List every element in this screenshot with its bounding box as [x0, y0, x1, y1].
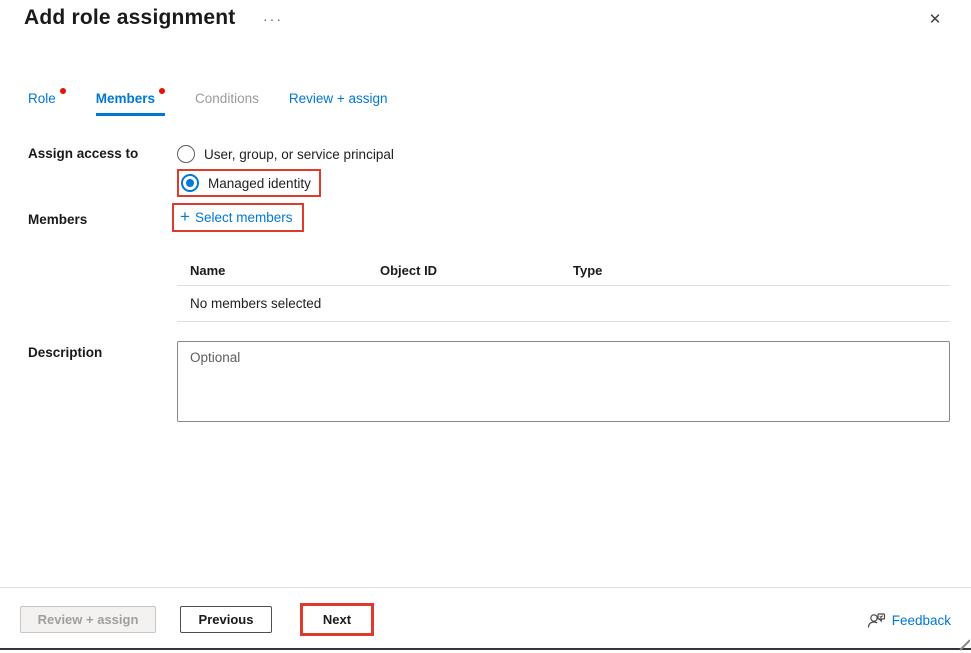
resize-handle[interactable] — [958, 639, 970, 651]
radio-unselected-icon — [177, 145, 195, 163]
radio-selected-icon — [181, 174, 199, 192]
select-members-highlight-box: + Select members — [172, 203, 305, 232]
select-members-link[interactable]: + Select members — [180, 207, 293, 226]
add-role-assignment-panel: Add role assignment ··· ✕ Role Members C… — [0, 0, 971, 653]
description-input[interactable] — [177, 341, 950, 422]
feedback-icon — [867, 613, 885, 628]
no-members-text: No members selected — [190, 296, 322, 311]
review-assign-button[interactable]: Review + assign — [20, 606, 156, 633]
previous-button[interactable]: Previous — [180, 606, 272, 633]
assign-access-to-label: Assign access to — [28, 146, 139, 161]
footer-divider — [0, 587, 971, 588]
alert-dot — [159, 88, 166, 94]
radio-managed-identity-label: Managed identity — [208, 175, 311, 191]
feedback-label: Feedback — [891, 612, 951, 628]
tab-conditions[interactable]: Conditions — [195, 91, 259, 113]
tab-role[interactable]: Role — [28, 88, 66, 113]
tab-bar: Role Members Conditions Review + assign — [28, 88, 388, 116]
tab-members[interactable]: Members — [95, 88, 166, 116]
members-table-header: Name Object ID Type — [177, 255, 950, 286]
assign-access-radio-group: User, group, or service principal Manage… — [177, 141, 394, 197]
panel-bottom-edge — [0, 648, 971, 650]
tab-members-label: Members — [95, 91, 156, 106]
next-button-highlight-box: Next — [300, 603, 374, 636]
column-header-type: Type — [573, 262, 603, 278]
column-header-object-id: Object ID — [380, 262, 438, 278]
managed-identity-highlight-box: Managed identity — [177, 169, 321, 197]
feedback-link[interactable]: Feedback — [867, 611, 951, 629]
radio-user-group-service-principal[interactable]: User, group, or service principal — [177, 141, 394, 167]
radio-managed-identity[interactable]: Managed identity — [181, 172, 311, 194]
members-table: Name Object ID Type No members selected — [177, 255, 950, 322]
alert-dot — [59, 88, 66, 94]
close-icon[interactable]: ✕ — [924, 9, 946, 31]
tab-role-label: Role — [28, 91, 56, 106]
select-members-label: Select members — [194, 209, 293, 225]
more-options-icon[interactable]: ··· — [263, 10, 283, 28]
tab-review-assign-label: Review + assign — [288, 91, 388, 106]
members-label: Members — [28, 212, 88, 227]
tab-conditions-label: Conditions — [195, 91, 259, 106]
page-title: Add role assignment — [24, 6, 236, 29]
tab-review-assign[interactable]: Review + assign — [289, 91, 388, 113]
table-row-empty: No members selected — [177, 286, 950, 322]
next-button[interactable]: Next — [303, 606, 371, 633]
column-header-name: Name — [190, 262, 226, 278]
radio-user-label: User, group, or service principal — [204, 146, 394, 162]
plus-icon: + — [180, 207, 190, 226]
description-label: Description — [28, 345, 103, 360]
